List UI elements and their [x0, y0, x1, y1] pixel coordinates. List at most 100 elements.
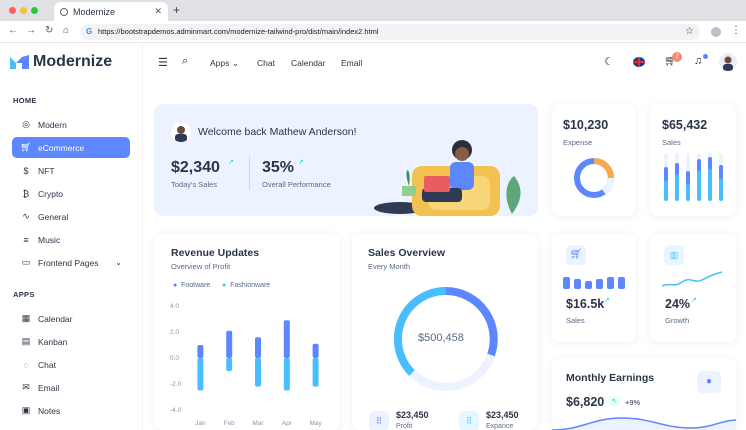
calendar-link[interactable]: Calendar [291, 58, 326, 68]
growth-value: 24% [665, 297, 691, 311]
email-link[interactable]: Email [341, 58, 362, 68]
bar-fashionware [283, 358, 290, 391]
bar-fashionware [197, 358, 204, 391]
x-tick-label: Jan [195, 420, 206, 427]
y-tick-label: -4.0 [170, 407, 182, 414]
sidebar-item-email[interactable]: ✉ Email [12, 377, 130, 398]
y-tick-label: 4.0 [170, 303, 179, 310]
cart-icon: 🛒︎ [566, 245, 586, 265]
apps-menu[interactable]: Apps ⌄ [210, 58, 239, 69]
notification-dot [703, 54, 708, 59]
today-sales-value: $2,340 [171, 159, 220, 176]
activity-icon: ∿ [22, 211, 30, 221]
back-icon[interactable]: ← [8, 25, 18, 36]
language-flag-icon[interactable] [633, 57, 645, 67]
sidebar-item-general[interactable]: ∿ General [12, 206, 130, 227]
chat-link[interactable]: Chat [257, 58, 275, 68]
chat-icon: ◌ [23, 359, 29, 370]
layout-icon: ▭ [21, 257, 31, 267]
calendar-icon: ▦ [21, 313, 31, 323]
address-bar[interactable]: G https://bootstrapdemos.adminmart.com/m… [80, 24, 700, 40]
sales-card-label: Sales [662, 138, 681, 147]
sidebar-item-ecommerce[interactable]: 🛒︎ eCommerce [12, 137, 130, 158]
bar-footware [255, 337, 261, 358]
arrow-up-right-icon: ↗ [298, 159, 304, 166]
sidebar-item-nft[interactable]: $ NFT [12, 160, 130, 181]
arrow-up-right-icon: ↗ [228, 159, 234, 166]
small-sales-value: $16.5k [566, 297, 605, 311]
x-tick-label: Apr [282, 420, 293, 427]
monthly-earnings-wave [552, 417, 736, 430]
sidebar-item-chat[interactable]: ◌ Chat [12, 354, 130, 375]
sidebar-item-kanban[interactable]: ▤ Kanban [12, 331, 130, 352]
kanban-icon: ▤ [21, 336, 31, 346]
app-logo-text: Modernize [33, 53, 113, 70]
legend-footware: ● Footware [173, 282, 211, 289]
user-avatar[interactable] [719, 53, 737, 71]
bar-footware [226, 330, 233, 358]
sales-card-value: $65,432 [662, 118, 708, 132]
google-icon: G [86, 27, 93, 36]
sidebar-item-crypto[interactable]: ₿ Crypto [12, 183, 130, 204]
chevron-down-icon: ⌄ [115, 258, 122, 267]
sidebar-item-music[interactable]: ≡ Music [12, 229, 130, 250]
browser-profile-icon[interactable] [711, 27, 721, 37]
playlist-icon: ≡ [23, 234, 29, 245]
today-sales-label: Today's Sales [171, 180, 218, 189]
logo-icon [10, 55, 29, 69]
sidebar-item-calendar[interactable]: ▦ Calendar [12, 308, 130, 329]
bar-footware [312, 343, 319, 358]
close-tab-icon[interactable]: ✕ [154, 6, 162, 17]
monthly-earnings-change: +9% [625, 398, 641, 407]
sales-overview-title: Sales Overview [368, 247, 446, 259]
forward-icon[interactable]: → [26, 25, 36, 36]
reload-icon[interactable]: ↻ [45, 25, 53, 36]
arrow-up-right-icon: ↗ [691, 297, 697, 304]
sidebar-item-modern[interactable]: ◎ Modern [12, 114, 130, 135]
globe-icon [60, 7, 68, 16]
y-tick-label: 2.0 [170, 329, 179, 336]
crypto-icon: ₿ [22, 188, 30, 199]
search-icon[interactable]: ⌕ [182, 55, 188, 68]
menu-icon[interactable]: ☰ [158, 56, 168, 69]
url-text: https://bootstrapdemos.adminmart.com/mod… [98, 27, 379, 36]
bell-icon[interactable]: ♫ [694, 55, 702, 67]
grid-icon: ⠿ [369, 411, 389, 430]
cart-icon: 🛒︎ [20, 142, 32, 152]
small-sales-label: Sales [566, 316, 585, 325]
sidebar-item-frontend-pages[interactable]: ▭ Frontend Pages ⌄ [12, 252, 130, 273]
bar-fashionware [312, 358, 319, 387]
monthly-earnings-value: $6,820 [566, 395, 605, 409]
moon-icon[interactable]: ☾ [604, 55, 614, 68]
minimize-window-dot[interactable] [20, 7, 27, 14]
close-window-dot[interactable] [9, 7, 16, 14]
grid-icon: ⠿ [459, 411, 479, 430]
sidebar-item-notes[interactable]: ▣ Notes [12, 400, 130, 421]
profit-value: $23,450 [396, 410, 429, 420]
expense-overview-label: Expance [486, 423, 514, 430]
arrow-up-right-icon: ↗ [604, 297, 610, 304]
mail-icon: ✉ [22, 382, 30, 392]
expense-value: $10,230 [563, 118, 609, 132]
expense-donut [574, 158, 614, 198]
maximize-window-dot[interactable] [31, 7, 38, 14]
x-tick-label: Feb [224, 420, 236, 427]
aperture-icon: ◎ [22, 119, 30, 129]
browser-menu-icon[interactable]: ⋮ [731, 25, 741, 36]
profit-label: Profit [396, 423, 413, 430]
bookmark-star-icon[interactable]: ☆ [685, 26, 694, 37]
browser-tab-title: Modernize [73, 6, 116, 17]
sales-overview-center-value: $500,458 [418, 332, 464, 344]
browser-tab[interactable]: Modernize ✕ [54, 2, 168, 21]
sales-overview-subtitle: Every Month [368, 262, 411, 271]
home-icon[interactable]: ⌂ [63, 25, 69, 36]
new-tab-icon[interactable]: + [173, 3, 180, 17]
sales-mini-bars [664, 153, 723, 201]
expense-label: Expense [563, 138, 593, 147]
y-tick-label: 0.0 [170, 355, 179, 362]
bar-fashionware [255, 358, 261, 387]
performance-label: Overall Performance [262, 180, 331, 189]
revenue-title: Revenue Updates [171, 247, 260, 259]
monthly-earnings-title: Monthly Earnings [566, 372, 655, 384]
chart-bar-icon: ▥ [664, 245, 684, 265]
